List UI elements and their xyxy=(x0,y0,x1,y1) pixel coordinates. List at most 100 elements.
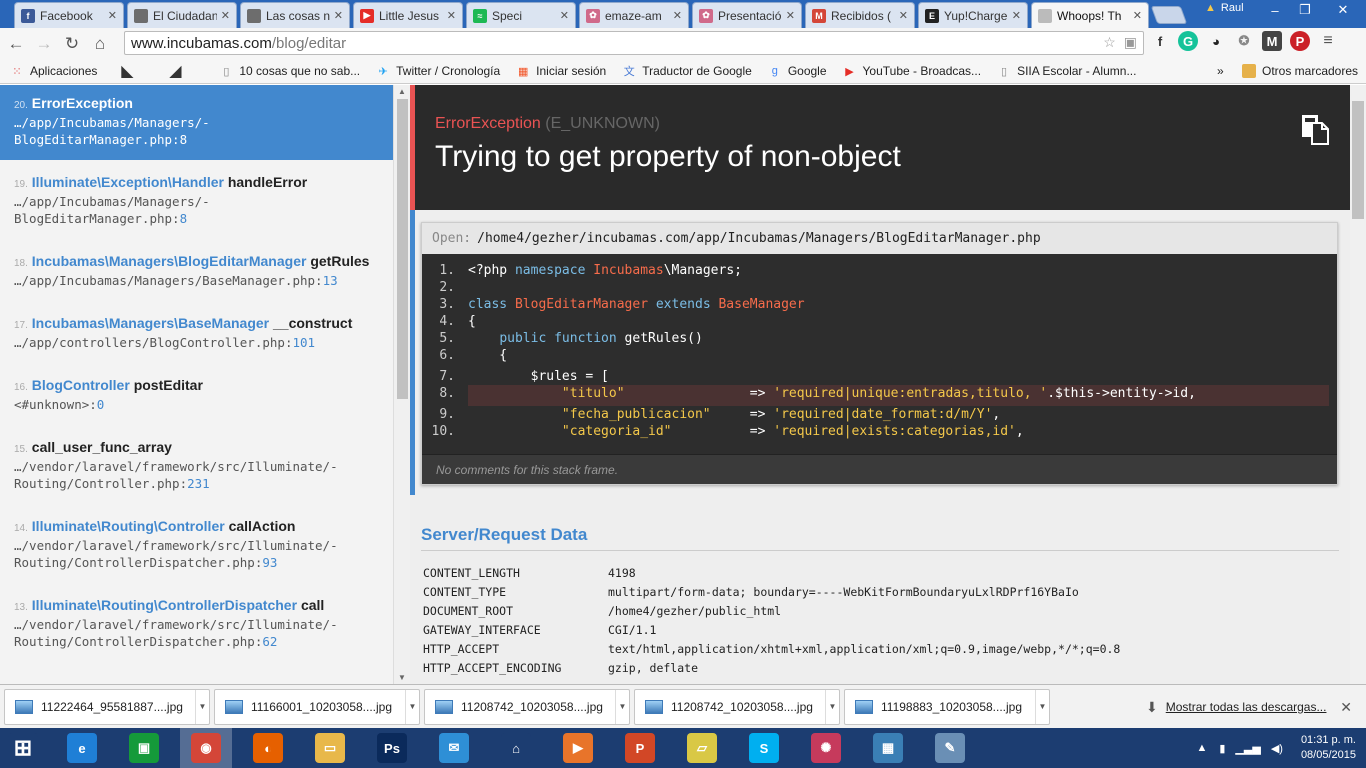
download-item[interactable]: 11198883_10203058....jpg ▼ xyxy=(844,688,1050,725)
other-bookmarks[interactable]: Otros marcadores xyxy=(1242,64,1358,78)
speaker-icon[interactable]: ◀) xyxy=(1271,742,1283,755)
bookmark-item[interactable]: 文 Traductor de Google xyxy=(622,64,752,78)
taskbar-item[interactable]: P xyxy=(614,728,666,768)
close-icon[interactable]: ✕ xyxy=(1320,0,1366,20)
close-tab-icon[interactable]: ✕ xyxy=(1012,9,1021,22)
taskbar-item[interactable]: ▭ xyxy=(304,728,356,768)
bookmark-item[interactable]: g Google xyxy=(768,64,827,78)
download-item[interactable]: 11208742_10203058....jpg ▼ xyxy=(634,688,840,725)
stack-frame[interactable]: 18. Incubamas\Managers\BlogEditarManager… xyxy=(0,243,393,301)
taskbar-item[interactable]: ✎ xyxy=(924,728,976,768)
close-downloads-icon[interactable]: ✕ xyxy=(1340,699,1352,716)
chevron-down-icon[interactable]: ▼ xyxy=(1035,689,1049,724)
download-item[interactable]: 11208742_10203058....jpg ▼ xyxy=(424,688,630,725)
restore-icon[interactable]: ❐ xyxy=(1290,0,1320,20)
frames-scrollbar[interactable]: ▲ ▼ xyxy=(393,85,410,684)
facebook-icon[interactable]: f xyxy=(1150,31,1170,51)
bookmark-item[interactable]: ◢ xyxy=(163,63,193,80)
download-item[interactable]: 11166001_10203058....jpg ▼ xyxy=(214,688,420,725)
tab[interactable]: ≈ Speci ✕ xyxy=(466,2,576,28)
tab[interactable]: ✿ emaze-am ✕ xyxy=(579,2,689,28)
taskbar-item[interactable]: Ps xyxy=(366,728,418,768)
tab[interactable]: ✿ Presentació ✕ xyxy=(692,2,802,28)
chevron-down-icon[interactable]: ▼ xyxy=(615,689,629,724)
tab[interactable]: E Yup!Charge ✕ xyxy=(918,2,1028,28)
tab-title: Yup!Charge xyxy=(944,8,1008,23)
minimize-icon[interactable]: – xyxy=(1260,0,1290,20)
close-tab-icon[interactable]: ✕ xyxy=(108,9,117,22)
bookmark-item[interactable]: ✈ Twitter / Cronología xyxy=(376,64,501,78)
server-data-table: CONTENT_LENGTH 4198 CONTENT_TYPE multipart/… xyxy=(423,563,1120,677)
stack-frame[interactable]: 20. ErrorException …/app/Incubamas/Manag… xyxy=(0,85,393,160)
stack-frame[interactable]: 14. Illuminate\Routing\Controller callAc… xyxy=(0,508,393,583)
download-item[interactable]: 11222464_95581887....jpg ▼ xyxy=(4,688,210,725)
taskbar-item[interactable]: ▣ xyxy=(118,728,170,768)
clipboard-icon[interactable] xyxy=(1300,113,1330,145)
stack-frame[interactable]: 17. Incubamas\Managers\BaseManager __con… xyxy=(0,305,393,363)
bookmark-item[interactable]: ▯ 10 cosas que no sab... xyxy=(219,64,360,78)
taskbar-item[interactable]: e xyxy=(56,728,108,768)
frame-class: ErrorException xyxy=(31,95,133,111)
page-action-icon[interactable]: ▣ xyxy=(1124,34,1137,51)
close-tab-icon[interactable]: ✕ xyxy=(786,9,795,22)
more-bookmarks-button[interactable]: » xyxy=(1217,64,1224,78)
taskbar-item[interactable]: S xyxy=(738,728,790,768)
taskbar-item[interactable]: ▶ xyxy=(552,728,604,768)
taskbar-item[interactable]: ⌂ xyxy=(490,728,542,768)
ghostery-icon[interactable]: ◕ xyxy=(1206,31,1226,51)
close-tab-icon[interactable]: ✕ xyxy=(447,9,456,22)
grammarly-icon[interactable]: G xyxy=(1178,31,1198,51)
tab[interactable]: M Recibidos (✕ xyxy=(805,2,915,28)
stack-frame[interactable]: 13. Illuminate\Routing\ControllerDispatc… xyxy=(0,587,393,662)
close-tab-icon[interactable]: ✕ xyxy=(334,9,343,22)
reload-icon[interactable]: ↻ xyxy=(58,30,86,58)
user-badge[interactable]: ▲ Raul xyxy=(1205,2,1244,14)
battery-icon[interactable]: ▮ xyxy=(1219,742,1225,755)
bookmark-item[interactable]: ◣ xyxy=(115,63,145,80)
taskbar-item[interactable]: ⊞ xyxy=(0,728,46,768)
star-icon[interactable]: ☆ xyxy=(1103,34,1116,51)
address-bar[interactable]: www.incubamas.com/blog/editar ☆ ▣ xyxy=(124,31,1144,55)
clock[interactable]: 01:31 p. m. 08/05/2015 xyxy=(1301,733,1356,763)
signal-icon[interactable]: ▁▃▅ xyxy=(1235,742,1260,755)
close-tab-icon[interactable]: ✕ xyxy=(1133,9,1142,22)
bookmark-item[interactable]: ▦ Iniciar sesión xyxy=(516,64,606,78)
open-file-bar[interactable]: Open: /home4/gezher/incubamas.com/app/In… xyxy=(422,223,1337,254)
show-all-downloads[interactable]: ⬇ Mostrar todas las descargas... xyxy=(1146,685,1326,729)
pinterest-icon[interactable]: P xyxy=(1290,31,1310,51)
close-tab-icon[interactable]: ✕ xyxy=(560,9,569,22)
page-scrollbar[interactable] xyxy=(1350,85,1366,684)
close-tab-icon[interactable]: ✕ xyxy=(221,9,230,22)
forward-arrow-icon[interactable]: → xyxy=(30,30,58,58)
close-tab-icon[interactable]: ✕ xyxy=(673,9,682,22)
tab[interactable]: Whoops! Th ✕ xyxy=(1031,2,1149,28)
taskbar-item[interactable]: ◉ xyxy=(180,728,232,768)
tab[interactable]: ▶ Little Jesus ✕ xyxy=(353,2,463,28)
stack-frame[interactable]: 16. BlogController postEditar <#unknown>:… xyxy=(0,367,393,425)
bookmark-item[interactable]: ⁙ Aplicaciones xyxy=(10,64,97,78)
close-tab-icon[interactable]: ✕ xyxy=(899,9,908,22)
tab[interactable]: Las cosas n ✕ xyxy=(240,2,350,28)
extension-badge-icon[interactable]: ✪ xyxy=(1234,31,1254,51)
home-icon[interactable]: ⌂ xyxy=(86,30,114,58)
chevron-down-icon[interactable]: ▼ xyxy=(195,689,209,724)
back-arrow-icon[interactable]: ← xyxy=(2,30,30,58)
chevron-down-icon[interactable]: ▼ xyxy=(825,689,839,724)
tab[interactable]: El Ciudadano ✕ xyxy=(127,2,237,28)
tab[interactable]: f Facebook ✕ xyxy=(14,2,124,28)
stack-frame[interactable]: 19. Illuminate\Exception\Handler handleE… xyxy=(0,164,393,239)
tray-arrow-icon[interactable]: ▲ xyxy=(1196,742,1207,754)
taskbar-item[interactable]: ▱ xyxy=(676,728,728,768)
taskbar-item[interactable]: ◐ xyxy=(242,728,294,768)
new-tab-button[interactable] xyxy=(1150,6,1188,24)
stack-frame[interactable]: 15. call_user_func_array …/vendor/laravel… xyxy=(0,429,393,504)
gmail-icon[interactable]: M xyxy=(1262,31,1282,51)
taskbar-item[interactable]: ✉ xyxy=(428,728,480,768)
chevron-down-icon[interactable]: ▼ xyxy=(405,689,419,724)
menu-icon[interactable]: ≡ xyxy=(1318,31,1338,51)
taskbar-item[interactable]: ✺ xyxy=(800,728,852,768)
bookmark-item[interactable]: ▶ YouTube - Broadcas... xyxy=(843,64,981,78)
open-file-path[interactable]: /home4/gezher/incubamas.com/app/Incubama… xyxy=(477,231,1041,246)
bookmark-item[interactable]: ▯ SIIA Escolar - Alumn... xyxy=(997,64,1136,78)
taskbar-item[interactable]: ▦ xyxy=(862,728,914,768)
